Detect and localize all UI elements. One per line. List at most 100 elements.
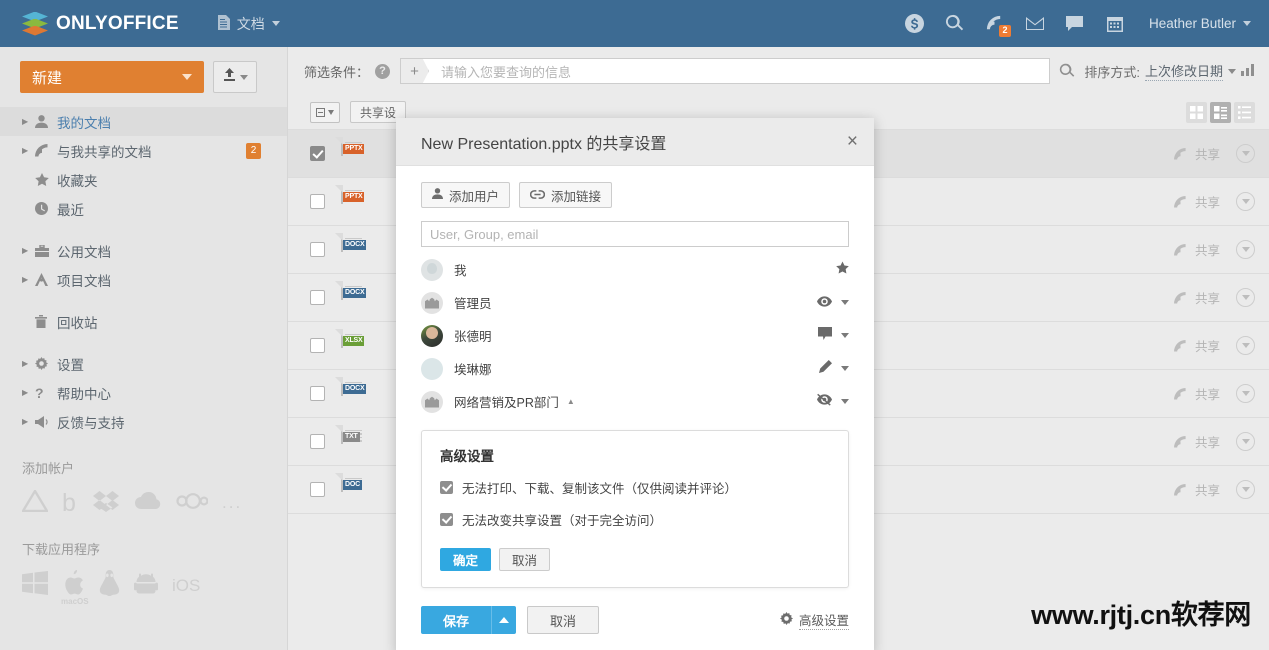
sidebar-item-feedback-support[interactable]: ▶ 反馈与支持 [0, 407, 287, 436]
sort-direction-icon[interactable] [1241, 63, 1255, 79]
row-share-status[interactable]: 共享 [1174, 288, 1220, 307]
expand-arrow-icon[interactable]: ▶ [22, 417, 35, 426]
cancel-button[interactable]: 取消 [527, 606, 600, 634]
grid-view-icon[interactable] [1186, 101, 1207, 123]
row-checkbox[interactable] [310, 290, 325, 305]
sidebar-item-shared-with-me[interactable]: ▶ 与我共享的文档 2 [0, 136, 287, 165]
dollar-icon[interactable] [895, 0, 935, 47]
feed-icon[interactable]: 2 [975, 0, 1015, 47]
expand-arrow-icon[interactable]: ▶ [22, 146, 35, 155]
row-share-status[interactable]: 共享 [1174, 144, 1220, 163]
permission-control[interactable] [817, 393, 849, 411]
logo[interactable]: ONLYOFFICE [22, 11, 179, 36]
search-icon[interactable] [935, 0, 975, 47]
advanced-cancel-button[interactable]: 取消 [499, 548, 551, 571]
calendar-icon[interactable] [1095, 0, 1135, 47]
row-checkbox[interactable] [310, 338, 325, 353]
more-dots-icon[interactable]: ... [222, 493, 242, 513]
row-menu-button[interactable] [1236, 240, 1255, 259]
sidebar-item-my-documents[interactable]: ▶ 我的文档 [0, 107, 287, 136]
permission-control[interactable] [818, 326, 849, 345]
row-checkbox[interactable] [310, 386, 325, 401]
upload-button[interactable] [213, 61, 257, 93]
help-icon[interactable]: ? [375, 63, 391, 79]
sort-value[interactable]: 上次修改日期 [1144, 61, 1223, 81]
row-menu-button[interactable] [1236, 144, 1255, 163]
save-options-dropdown[interactable] [491, 606, 517, 634]
permission-control[interactable] [836, 260, 849, 279]
row-share-status[interactable]: 共享 [1174, 240, 1220, 259]
ios-label[interactable]: iOS [172, 576, 200, 596]
collapse-arrow-icon[interactable]: ▲ [567, 397, 575, 406]
sidebar-item-settings[interactable]: ▶ 设置 [0, 349, 287, 378]
user-search-input[interactable]: User, Group, email [421, 221, 849, 247]
tile-view-icon[interactable] [1210, 101, 1231, 123]
sort-control[interactable]: 排序方式: 上次修改日期 [1084, 61, 1255, 81]
list-item[interactable]: 管理员 [421, 286, 849, 319]
sidebar-item-favorites[interactable]: 收藏夹 [0, 165, 287, 194]
permission-control[interactable] [819, 359, 849, 378]
row-checkbox[interactable] [310, 146, 325, 161]
row-menu-button[interactable] [1236, 192, 1255, 211]
expand-arrow-icon[interactable]: ▶ [22, 359, 35, 368]
row-share-status[interactable]: 共享 [1174, 432, 1220, 451]
advanced-ok-button[interactable]: 确定 [440, 548, 492, 571]
add-filter-button[interactable]: + [401, 59, 430, 83]
row-menu-button[interactable] [1236, 288, 1255, 307]
row-share-status[interactable]: 共享 [1174, 192, 1220, 211]
android-icon[interactable] [134, 571, 158, 600]
row-checkbox[interactable] [310, 434, 325, 449]
list-item[interactable]: 网络营销及PR部门 ▲ [421, 385, 849, 418]
sidebar-item-recent[interactable]: 最近 [0, 194, 287, 223]
list-item[interactable]: 埃琳娜 [421, 352, 849, 385]
add-user-button[interactable]: 添加用户 [421, 182, 511, 208]
select-all-dropdown[interactable] [310, 101, 340, 123]
row-menu-button[interactable] [1236, 336, 1255, 355]
new-button[interactable]: 新建 [20, 61, 204, 93]
row-share-status[interactable]: 共享 [1174, 336, 1220, 355]
filter-input[interactable]: + 请输入您要查询的信息 [400, 58, 1051, 84]
checkbox-checked-icon[interactable] [440, 513, 453, 526]
row-menu-button[interactable] [1236, 480, 1255, 499]
expand-arrow-icon[interactable]: ▶ [22, 388, 35, 397]
row-share-status[interactable]: 共享 [1174, 384, 1220, 403]
windows-icon[interactable] [22, 571, 48, 600]
chat-icon[interactable] [1055, 0, 1095, 47]
sidebar-item-common-documents[interactable]: ▶ 公用文档 [0, 236, 287, 265]
add-link-button[interactable]: 添加链接 [519, 182, 613, 208]
user-menu[interactable]: Heather Butler [1149, 16, 1251, 31]
macos-label: macOS [61, 597, 89, 606]
row-menu-button[interactable] [1236, 384, 1255, 403]
expand-arrow-icon[interactable]: ▶ [22, 117, 35, 126]
owncloud-icon[interactable] [176, 492, 209, 514]
advanced-option[interactable]: 无法改变共享设置（对于完全访问） [440, 510, 830, 529]
box-icon[interactable]: b [62, 489, 79, 517]
linux-icon[interactable] [99, 570, 120, 601]
sidebar-item-project-documents[interactable]: ▶ 项目文档 [0, 265, 287, 294]
list-item[interactable]: 张德明 [421, 319, 849, 352]
dropbox-icon[interactable] [93, 490, 119, 517]
expand-arrow-icon[interactable]: ▶ [22, 275, 35, 284]
macos-icon[interactable]: macOS [61, 570, 89, 606]
row-menu-button[interactable] [1236, 432, 1255, 451]
save-button[interactable]: 保存 [421, 606, 492, 634]
advanced-settings-link[interactable]: 高级设置 [779, 610, 849, 630]
row-checkbox[interactable] [310, 242, 325, 257]
sidebar-item-trash[interactable]: 回收站 [0, 307, 287, 336]
search-button[interactable] [1050, 63, 1084, 79]
permission-control[interactable] [817, 294, 849, 312]
expand-arrow-icon[interactable]: ▶ [22, 246, 35, 255]
close-icon[interactable]: × [847, 132, 858, 151]
checkbox-checked-icon[interactable] [440, 481, 453, 494]
row-checkbox[interactable] [310, 482, 325, 497]
list-item[interactable]: 我 [421, 253, 849, 286]
list-view-icon[interactable] [1234, 101, 1255, 123]
module-selector-documents[interactable]: 文档 [217, 14, 280, 34]
onedrive-icon[interactable] [133, 491, 162, 515]
sidebar-item-help-center[interactable]: ▶ ? 帮助中心 [0, 378, 287, 407]
row-checkbox[interactable] [310, 194, 325, 209]
google-drive-icon[interactable] [20, 488, 50, 517]
row-share-status[interactable]: 共享 [1174, 480, 1220, 499]
advanced-option[interactable]: 无法打印、下载、复制该文件（仅供阅读并评论） [440, 478, 830, 497]
mail-icon[interactable] [1015, 0, 1055, 47]
